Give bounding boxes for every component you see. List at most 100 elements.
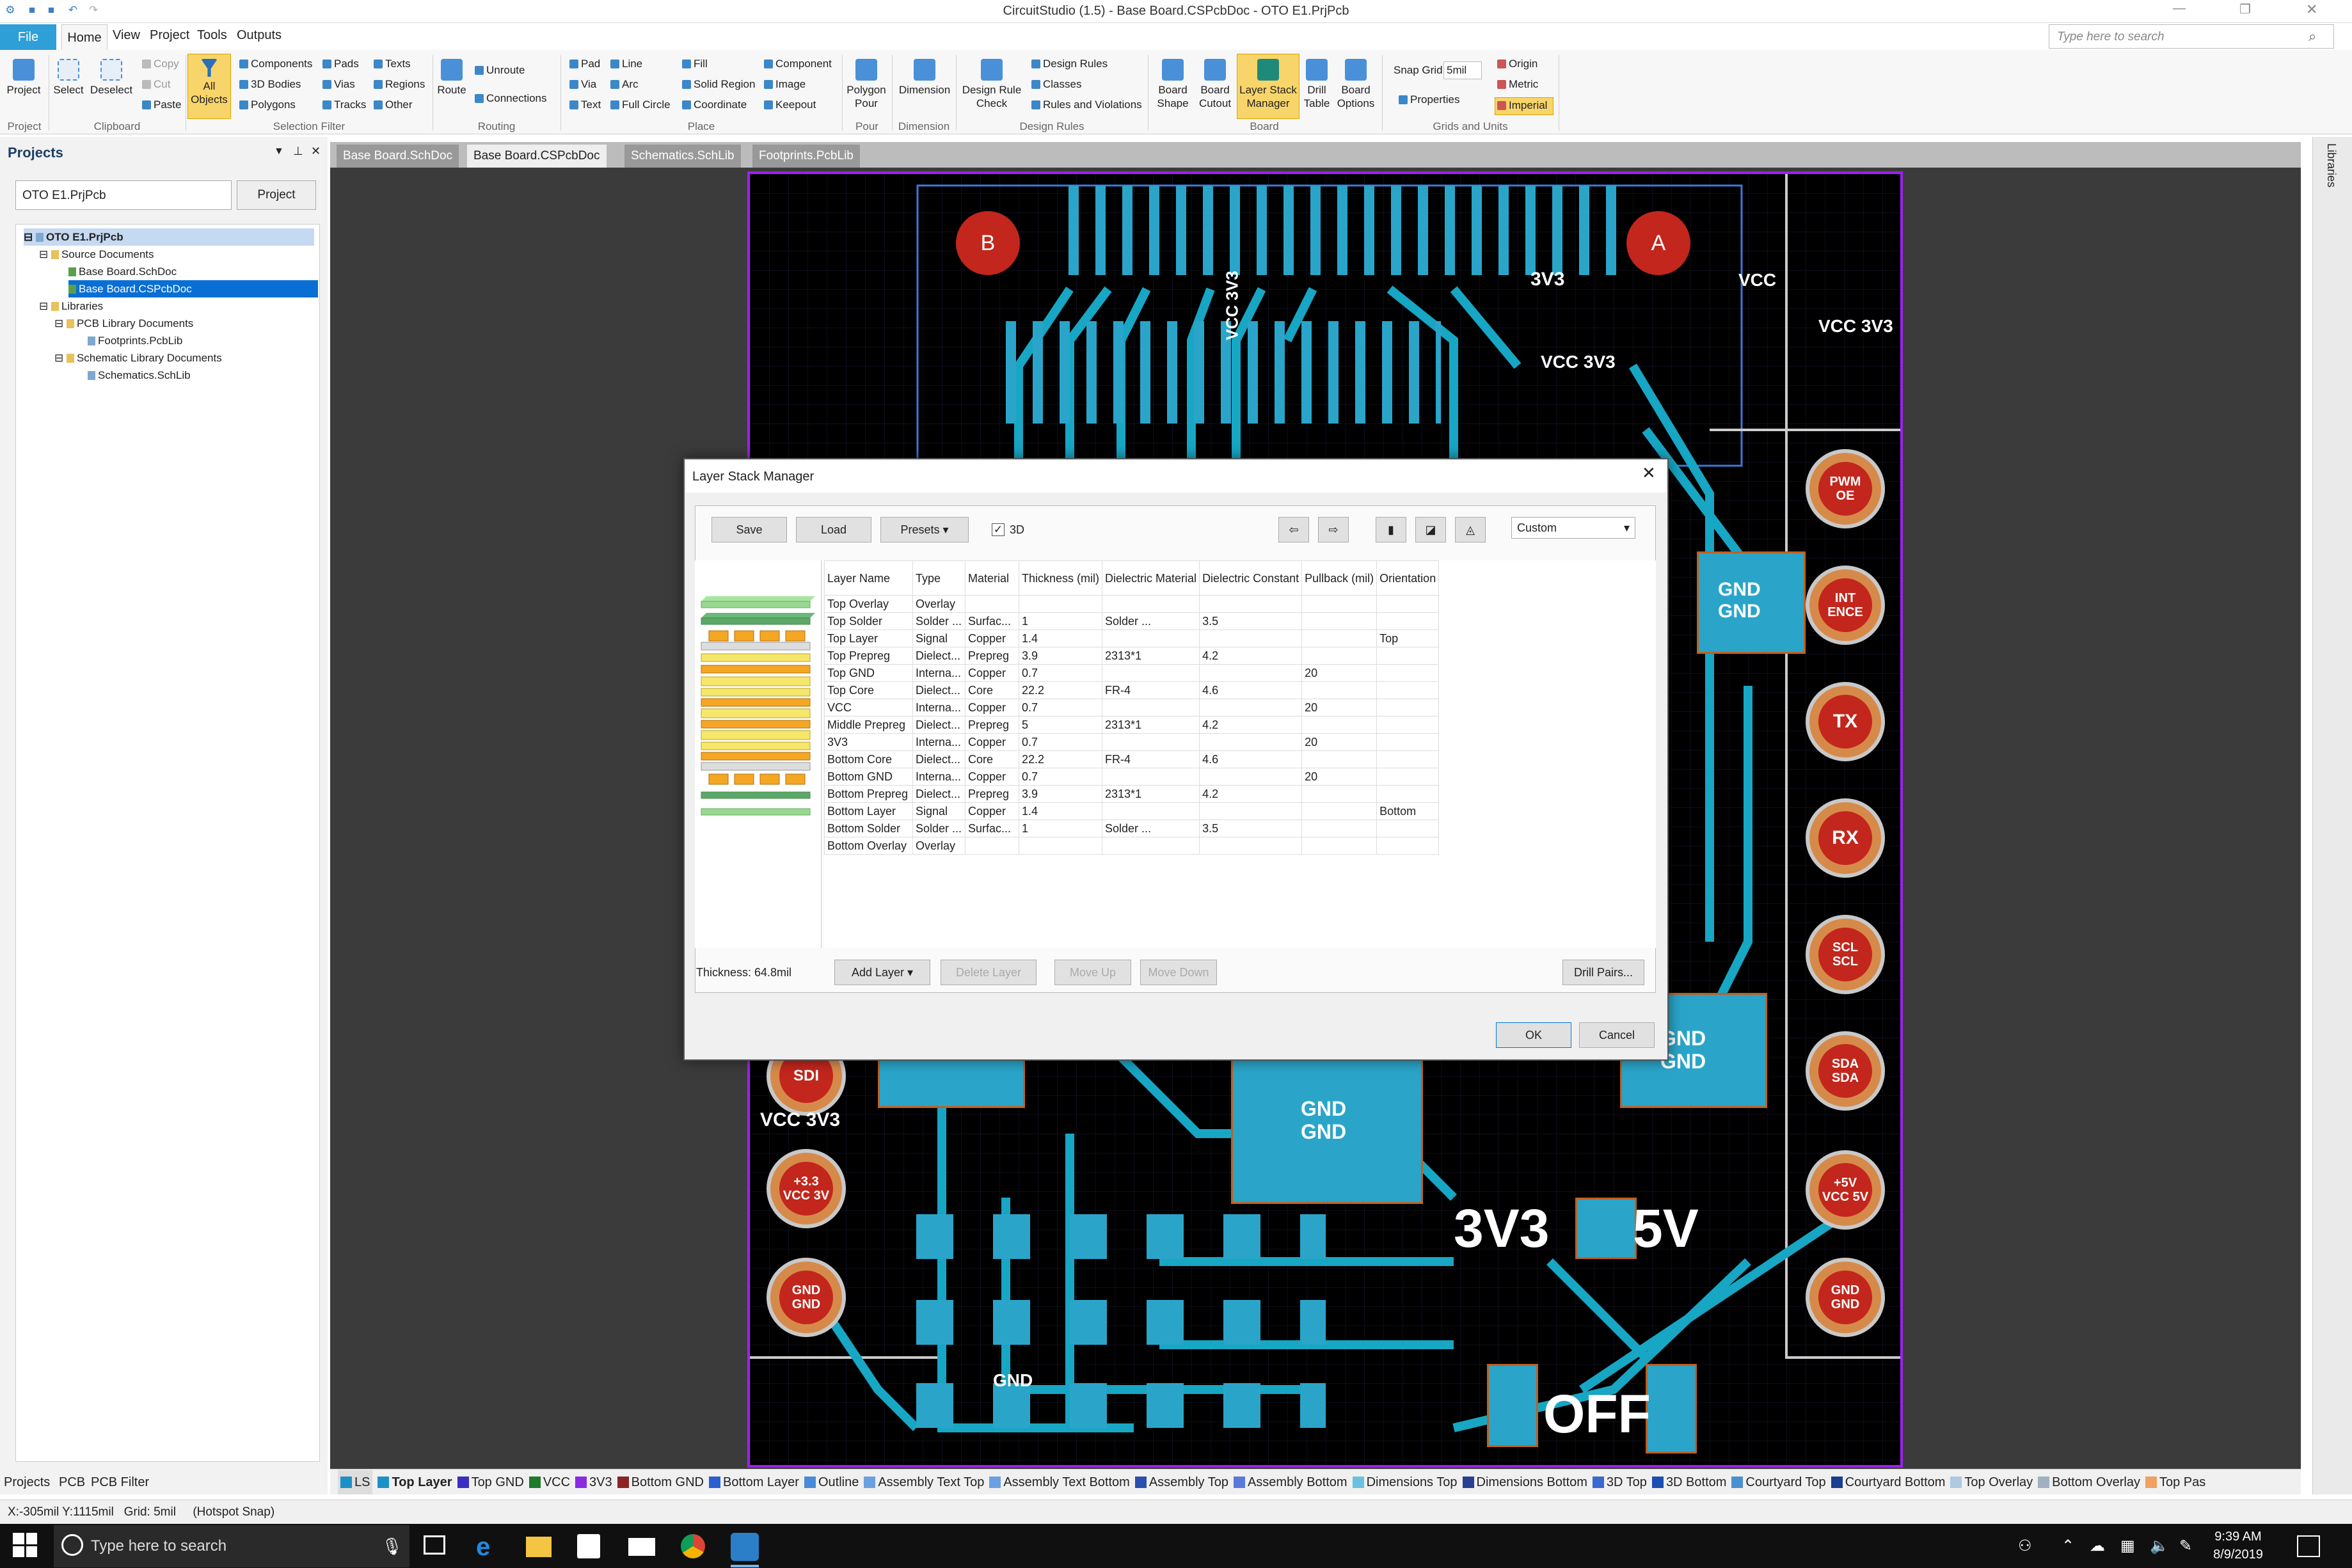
layer-cell[interactable] (1301, 681, 1378, 699)
led-pad[interactable] (1122, 186, 1132, 275)
network-icon[interactable]: ▦ (2120, 1537, 2135, 1555)
view-icon-3[interactable]: ◬ (1455, 517, 1486, 542)
layer-cell[interactable]: 2313*1 (1102, 716, 1200, 734)
led-pad[interactable] (1176, 186, 1186, 275)
fiducial-a[interactable]: A (1626, 211, 1690, 275)
layer-tab[interactable]: Courtyard Bottom (1831, 1470, 1945, 1494)
board-cutout-button[interactable]: Board Cutout (1194, 59, 1236, 110)
layer-cell[interactable] (1301, 612, 1378, 630)
layer-cell[interactable]: Bottom Overlay (824, 837, 913, 855)
layer-tab[interactable]: LS (338, 1470, 373, 1494)
layer-cell[interactable]: Bottom Solder (824, 820, 913, 837)
layer-cell[interactable] (1018, 595, 1103, 613)
layer-cell[interactable]: 2313*1 (1102, 785, 1200, 803)
layer-tab[interactable]: Courtyard Top (1731, 1470, 1826, 1494)
doc-tab-schdoc[interactable]: Base Board.SchDoc (337, 145, 459, 168)
layer-cell[interactable]: Core (965, 750, 1019, 768)
edge-icon[interactable]: e (476, 1533, 490, 1562)
task-view-icon[interactable] (424, 1535, 445, 1555)
filter-3d-bodies[interactable]: 3D Bodies (239, 78, 301, 91)
layer-cell[interactable]: Bottom Layer (824, 802, 913, 820)
layer-cell[interactable]: Solder ... (912, 612, 965, 630)
layer-cell[interactable] (965, 595, 1019, 613)
place-full-circle[interactable]: Full Circle (610, 99, 671, 111)
layer-cell[interactable] (1199, 630, 1303, 647)
presets-button[interactable]: Presets ▾ (880, 517, 969, 542)
layer-cell[interactable] (1199, 802, 1303, 820)
layer-cell[interactable]: Top Layer (824, 630, 913, 647)
column-header[interactable]: Layer Name (824, 560, 913, 596)
connector-pwm[interactable]: PWM OE (1806, 449, 1885, 528)
layer-cell[interactable] (1199, 837, 1303, 855)
layer-cell[interactable] (1376, 750, 1440, 768)
place-fill[interactable]: Fill (682, 58, 708, 70)
layer-cell[interactable] (1376, 699, 1440, 717)
layer-row[interactable]: Top Prepreg Dielect... Prepreg 3.9 2313*1 4.2 (824, 647, 1440, 665)
taskbar-search[interactable]: Type here to search (54, 1525, 409, 1567)
layer-cell[interactable] (1376, 820, 1440, 837)
layer-tab[interactable]: Dimensions Top (1352, 1470, 1458, 1494)
notification-icon[interactable] (2297, 1535, 2320, 1557)
vcc3-pad[interactable] (1487, 1364, 1538, 1447)
smd-row-2[interactable] (916, 1300, 1326, 1345)
led-pad[interactable] (1310, 186, 1321, 275)
layer-cell[interactable]: 20 (1301, 768, 1378, 786)
layer-tab[interactable]: Top GND (457, 1470, 524, 1494)
layer-tab[interactable]: 3D Top (1592, 1470, 1647, 1494)
layer-tab[interactable]: Top Layer (377, 1470, 452, 1494)
layer-table[interactable]: Layer Name Type Material Thickness (mil) Die… (824, 560, 1440, 855)
layer-cell[interactable]: Top Prepreg (824, 647, 913, 665)
gnd-pad[interactable]: GND GND (1697, 551, 1806, 654)
layer-cell[interactable] (1376, 768, 1440, 786)
layer-tab[interactable]: Top Pas (2145, 1470, 2205, 1494)
tree-item-schdoc[interactable]: Base Board.SchDoc (68, 263, 319, 280)
place-coordinate[interactable]: Coordinate (682, 99, 747, 111)
layer-cell[interactable] (1102, 630, 1200, 647)
layer-cell[interactable] (1199, 699, 1303, 717)
layer-cell[interactable]: Interna... (912, 664, 965, 682)
layer-cell[interactable] (1376, 595, 1440, 613)
layer-cell[interactable] (1376, 647, 1440, 665)
dimension-button[interactable]: Dimension (896, 59, 953, 97)
tab-project[interactable]: Project (150, 28, 189, 43)
smd-row-1[interactable] (916, 1214, 1326, 1259)
3d-checkbox[interactable]: ✓ (992, 523, 1005, 536)
layer-row[interactable]: Bottom Layer Signal Copper 1.4 Bottom (824, 802, 1440, 820)
layer-cell[interactable]: 0.7 (1018, 699, 1103, 717)
layer-cell[interactable]: FR-4 (1102, 750, 1200, 768)
layer-cell[interactable]: Top GND (824, 664, 913, 682)
column-header[interactable]: Pullback (mil) (1301, 560, 1378, 596)
pen-icon[interactable]: ✎ (2179, 1537, 2192, 1555)
layer-cell[interactable]: 0.7 (1018, 768, 1103, 786)
layer-cell[interactable]: 3V3 (824, 733, 913, 751)
design-rules-button[interactable]: Design Rules (1031, 58, 1108, 70)
layer-cell[interactable]: Copper (965, 630, 1019, 647)
place-pad[interactable]: Pad (569, 58, 600, 70)
layer-cell[interactable] (1376, 837, 1440, 855)
drill-pairs-button[interactable]: Drill Pairs... (1562, 960, 1644, 985)
layer-cell[interactable]: Prepreg (965, 785, 1019, 803)
libraries-tab[interactable]: Libraries (2324, 143, 2338, 187)
properties-button[interactable]: Properties (1399, 93, 1459, 106)
layer-cell[interactable] (1102, 699, 1200, 717)
layer-cell[interactable]: VCC (824, 699, 913, 717)
start-button[interactable] (13, 1533, 37, 1557)
layer-row[interactable]: Bottom Solder Solder ... Surfac... 1 Solder … (824, 820, 1440, 837)
layer-cell[interactable]: Interna... (912, 733, 965, 751)
save-icon[interactable]: ■ (26, 4, 38, 17)
layer-cell[interactable]: 3.9 (1018, 647, 1103, 665)
led-pad[interactable] (1337, 186, 1347, 275)
close-button[interactable]: ✕ (2306, 1, 2317, 18)
file-explorer-icon[interactable] (526, 1537, 552, 1557)
layer-cell[interactable]: Dielect... (912, 647, 965, 665)
layer-cell[interactable]: 20 (1301, 733, 1378, 751)
layer-cell[interactable]: 4.2 (1199, 785, 1303, 803)
connector-sda[interactable]: SDA SDA (1806, 1031, 1885, 1111)
layer-cell[interactable]: Copper (965, 733, 1019, 751)
layer-row[interactable]: 3V3 Interna... Copper 0.7 20 (824, 733, 1440, 751)
layer-cell[interactable] (1102, 595, 1200, 613)
view-icon-2[interactable]: ◪ (1415, 517, 1446, 542)
doc-tab-pcblib[interactable]: Footprints.PcbLib (752, 145, 860, 168)
move-down-button[interactable]: Move Down (1140, 960, 1217, 985)
layer-cell[interactable]: Prepreg (965, 716, 1019, 734)
